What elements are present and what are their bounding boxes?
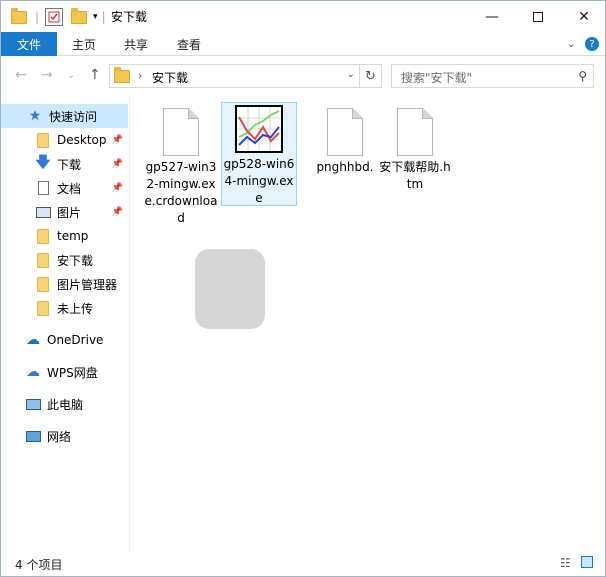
minimize-icon: — [485,8,499,25]
address-dropdown-button[interactable]: ⌄ [347,69,355,80]
blank-file-icon [327,108,363,156]
cloud-icon: ☁ [26,332,40,348]
cloud-icon: ☁ [26,364,40,380]
document-icon [35,180,51,196]
sidebar-item-desktop[interactable]: Desktop 📌 [1,128,128,152]
address-path: 安下载 [152,71,189,85]
search-input[interactable]: 搜索"安下载" ⚲ [391,64,594,88]
folder-icon [35,276,51,292]
folder-icon [35,252,51,268]
tab-share[interactable]: 共享 [124,32,148,56]
pin-icon: 📌 [111,135,123,145]
folder-icon [35,228,51,244]
download-arrow-icon: 🡇 [35,152,51,171]
tab-view[interactable]: 查看 [177,32,201,56]
navigation-pane: ★ 快速访问 Desktop 📌 🡇 下载 📌 文档 📌 图片 📌 temp 安… [1,96,130,552]
file-name: pnghhbd. [316,160,374,174]
toolbar-divider: | [101,10,106,24]
sidebar-item-picture-manager[interactable]: 图片管理器 [1,272,128,296]
sidebar-item-onedrive[interactable]: ☁ OneDrive [1,328,128,352]
toolbar-divider: | [35,10,40,24]
item-count: 4 个项目 [15,557,63,572]
ribbon-tabs: 文件 主页 共享 查看 ⌄ ? [1,32,605,56]
large-icons-view-button[interactable] [581,556,593,571]
forward-button[interactable]: → [41,67,53,83]
pin-icon: 📌 [111,207,123,217]
checklist-icon [48,11,60,23]
arrow-up-icon: ↑ [89,67,101,83]
sidebar-item-downloads[interactable]: 🡇 下载 📌 [1,152,128,176]
file-item-selected[interactable]: gp528-win64-mingw.exe [221,102,297,206]
gnuplot-chart-icon [235,105,283,153]
file-item[interactable]: 安下载帮助.htm [377,102,453,193]
window-title: 安下载 [111,10,148,24]
watermark-logo [195,249,415,333]
folder-icon [114,67,130,83]
sidebar-item-not-uploaded[interactable]: 未上传 [1,296,128,320]
file-name: 安下载帮助.htm [379,160,451,191]
address-bar[interactable]: › 安下载 ⌄ [109,64,360,88]
explorer-window: | ▾ | 安下载 — ✕ 文件 主页 共享 查看 ⌄ ? ← → ⌄ ↑ › [0,0,606,577]
refresh-icon: ↻ [365,68,376,84]
chevron-right-icon: › [138,69,143,82]
customize-toolbar-button[interactable]: ▾ [93,12,98,22]
sidebar-item-this-pc[interactable]: 此电脑 [1,392,128,416]
details-view-button[interactable]: ☷ [560,556,571,570]
help-icon: ? [585,37,599,51]
gnuplot-chart-graphic [237,107,281,151]
large-icons-view-icon [581,556,593,568]
maximize-button[interactable] [515,1,561,32]
pin-icon: 📌 [111,159,123,169]
chevron-down-icon: ⌄ [67,70,76,81]
network-icon [25,428,41,444]
blank-file-icon [397,108,433,156]
back-button[interactable]: ← [15,67,27,83]
quick-access-toolbar: | ▾ | [11,7,106,27]
file-item[interactable]: gp527-win32-mingw.exe.crdownload [143,102,219,227]
refresh-button[interactable]: ↻ [360,64,382,88]
close-button[interactable]: ✕ [561,1,606,32]
address-row: ← → ⌄ ↑ › 安下载 ⌄ ↻ 搜索"安下载" ⚲ [1,56,605,96]
title-bar: | ▾ | 安下载 — ✕ [1,1,605,32]
sidebar-item-network[interactable]: 网络 [1,424,128,448]
blank-file-icon [163,108,199,156]
sidebar-item-temp[interactable]: temp [1,224,128,248]
expand-ribbon-button[interactable]: ⌄ [567,32,575,56]
star-icon: ★ [28,108,42,124]
help-button[interactable]: ? [585,32,599,56]
tab-home[interactable]: 主页 [72,32,96,56]
chevron-down-icon: ⌄ [567,38,576,50]
folder-icon [11,7,27,24]
file-name: gp527-win32-mingw.exe.crdownload [144,160,218,225]
arrow-right-icon: → [41,67,53,83]
folder-icon [35,300,51,316]
search-placeholder: 搜索"安下载" [401,71,473,85]
properties-button[interactable] [45,8,64,26]
up-button[interactable]: ↑ [89,67,101,83]
tab-file[interactable]: 文件 [1,32,57,56]
close-icon: ✕ [578,8,590,25]
maximize-icon [533,11,543,22]
file-name: gp528-win64-mingw.exe [223,157,295,205]
recent-locations-button[interactable]: ⌄ [67,70,75,81]
sidebar-item-quick-access[interactable]: ★ 快速访问 [1,104,128,128]
computer-icon [25,396,41,412]
details-view-icon: ☷ [560,556,571,570]
new-folder-icon[interactable] [71,7,88,24]
file-item[interactable]: pnghhbd. [307,102,383,176]
sidebar-item-pictures[interactable]: 图片 📌 [1,200,128,224]
sidebar-item-anxiazai[interactable]: 安下载 [1,248,128,272]
folder-icon [35,132,51,148]
chevron-down-icon: ⌄ [346,69,355,80]
sidebar-item-documents[interactable]: 文档 📌 [1,176,128,200]
arrow-left-icon: ← [15,67,27,83]
picture-icon [35,204,51,220]
pin-icon: 📌 [111,183,123,193]
search-icon: ⚲ [578,69,587,83]
shield-logo-icon [195,249,265,329]
sidebar-item-wps-cloud[interactable]: ☁ WPS网盘 [1,360,128,384]
minimize-button[interactable]: — [469,1,515,32]
status-bar: 4 个项目 ☷ [1,552,605,576]
